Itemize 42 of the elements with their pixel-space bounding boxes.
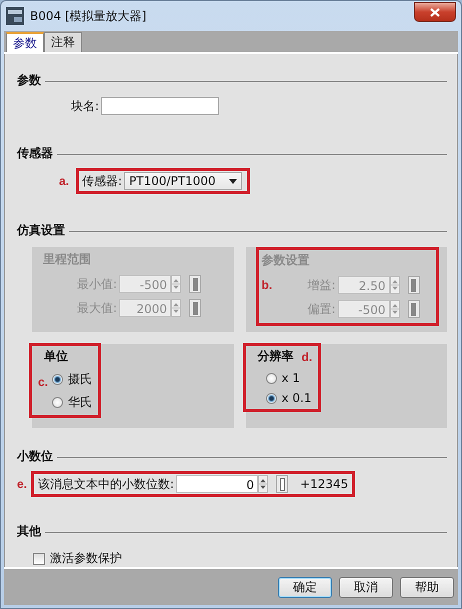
tab[interactable]: 参数 xyxy=(6,32,44,52)
field-label: 增益: xyxy=(306,276,336,294)
section-heading: 参数 xyxy=(17,72,41,89)
group-title: 参数设置 xyxy=(262,252,310,269)
dialog-button[interactable]: 确定 xyxy=(278,576,332,598)
radio-option[interactable]: 摄氏 xyxy=(52,371,92,388)
spin-button[interactable] xyxy=(258,475,268,493)
group-title: 里程范围 xyxy=(43,251,92,268)
dialog-button[interactable]: 帮助 xyxy=(400,576,454,598)
section-heading: 仿真设置 xyxy=(17,222,65,239)
close-icon xyxy=(430,8,440,16)
group-title: 单位 xyxy=(43,348,68,365)
section-heading: 传感器 xyxy=(17,145,53,162)
field-label: 偏置: xyxy=(306,300,336,318)
radio-option[interactable]: x 1 xyxy=(266,371,312,385)
checkbox-option[interactable]: 激活参数保护 xyxy=(33,550,122,567)
group-title: 分辨率 xyxy=(256,348,294,365)
number-field[interactable]: 0 xyxy=(176,475,258,493)
annotation-label: b. xyxy=(262,278,272,292)
sensor-dropdown[interactable]: PT100/PT1000 xyxy=(124,172,242,190)
field-label: 块名: xyxy=(71,98,100,114)
radio-option[interactable]: x 0.1 xyxy=(266,391,312,405)
annotation-label: d. xyxy=(302,350,312,364)
field-label: 最小值: xyxy=(76,276,118,292)
tab[interactable]: 注释 xyxy=(44,32,82,52)
field-label: 该消息文本中的小数位数: xyxy=(38,476,174,492)
annotation-label: a. xyxy=(59,174,70,188)
block-name-field[interactable] xyxy=(101,97,220,115)
app-icon xyxy=(6,7,24,25)
field-label: 传感器: xyxy=(82,172,122,190)
section-heading: 其他 xyxy=(17,523,41,540)
annotation-label: e. xyxy=(17,477,28,491)
radio-option[interactable]: 华氏 xyxy=(52,394,92,411)
window-title: B004 [模拟量放大器] xyxy=(30,8,148,24)
close-button[interactable] xyxy=(414,2,456,22)
section-heading: 小数位 xyxy=(17,448,53,465)
field-label: 最大值: xyxy=(76,300,118,316)
caret-icon xyxy=(229,178,238,184)
annotation-label: c. xyxy=(38,375,48,389)
parameter-button[interactable] xyxy=(276,475,288,493)
preview-value: +12345 xyxy=(300,477,348,491)
dialog-button[interactable]: 取消 xyxy=(339,576,393,598)
